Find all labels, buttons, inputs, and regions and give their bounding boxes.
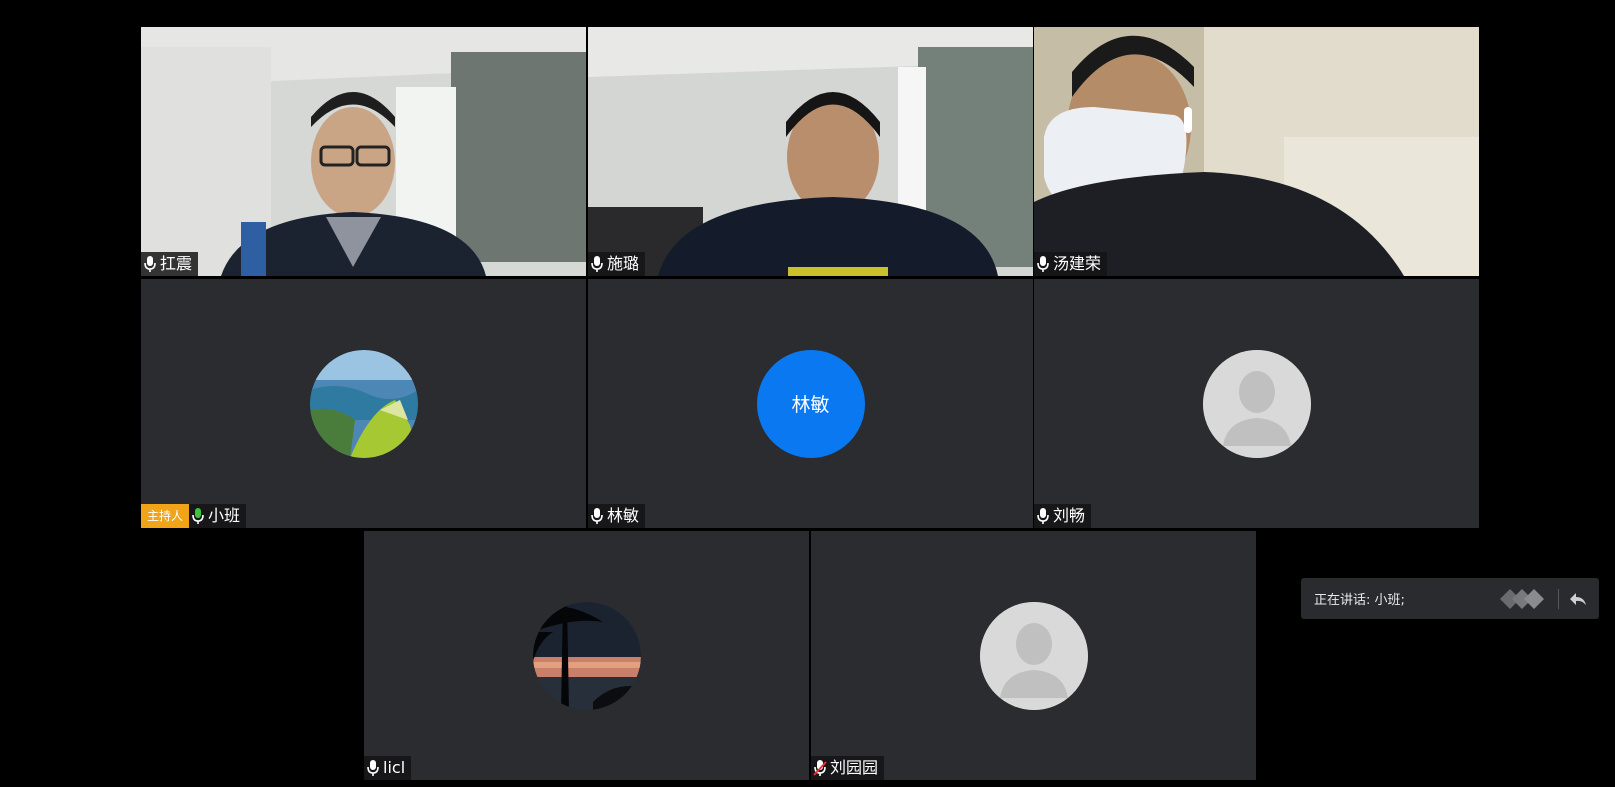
video-tile-2[interactable]: 施璐 [588, 27, 1033, 276]
participant-tile-8[interactable]: 刘园园 [811, 531, 1256, 780]
audio-level-icon [1500, 588, 1544, 609]
participant-name: 施璐 [607, 254, 640, 273]
host-badge: 主持人 [141, 504, 190, 528]
microphone-icon [144, 256, 156, 272]
participant-name: licl [383, 758, 406, 777]
camera-feed-2 [588, 27, 1033, 276]
participant-nametag: licl [364, 756, 412, 780]
participant-name: 刘园园 [830, 758, 879, 777]
participant-nametag: 刘畅 [1034, 504, 1092, 528]
microphone-icon [591, 508, 603, 524]
speaking-status-text: 正在讲话: 小班; [1314, 593, 1405, 608]
microphone-icon [367, 760, 379, 776]
default-user-icon [1202, 349, 1311, 458]
panel-divider [1558, 588, 1559, 609]
participant-nametag: 林敏 [588, 504, 646, 528]
microphone-icon [591, 256, 603, 272]
microphone-muted-icon [813, 760, 827, 776]
camera-feed-1 [141, 27, 586, 276]
avatar-photo [309, 349, 418, 458]
default-user-icon [979, 601, 1088, 710]
participant-tile-6[interactable]: 刘畅 [1034, 279, 1479, 528]
camera-feed-3 [1034, 27, 1479, 276]
participant-name: 刘畅 [1053, 506, 1086, 525]
participant-nametag: 施璐 [588, 252, 646, 276]
participant-nametag: 主持人 小班 [141, 504, 247, 528]
participant-nametag: 汤建荣 [1034, 252, 1108, 276]
microphone-icon [1037, 256, 1049, 272]
video-tile-1[interactable]: 扛震 [141, 27, 586, 276]
collapse-arrow-icon[interactable] [1567, 588, 1589, 610]
avatar-initials: 林敏 [756, 349, 865, 458]
participant-name: 小班 [208, 506, 241, 525]
participant-tile-5[interactable]: 林敏 林敏 [588, 279, 1033, 528]
microphone-active-icon [192, 508, 204, 524]
participant-nametag: 刘园园 [811, 756, 885, 780]
participant-tile-7[interactable]: licl [364, 531, 809, 780]
speaking-indicator-panel: 正在讲话: 小班; [1301, 578, 1599, 619]
video-tile-3[interactable]: 汤建荣 [1034, 27, 1479, 276]
participant-name: 林敏 [607, 506, 640, 525]
participant-tile-4[interactable]: 主持人 小班 [141, 279, 586, 528]
participant-name: 汤建荣 [1053, 254, 1102, 273]
avatar-photo [532, 601, 641, 710]
participant-nametag: 扛震 [141, 252, 199, 276]
participant-name: 扛震 [160, 254, 193, 273]
microphone-icon [1037, 508, 1049, 524]
